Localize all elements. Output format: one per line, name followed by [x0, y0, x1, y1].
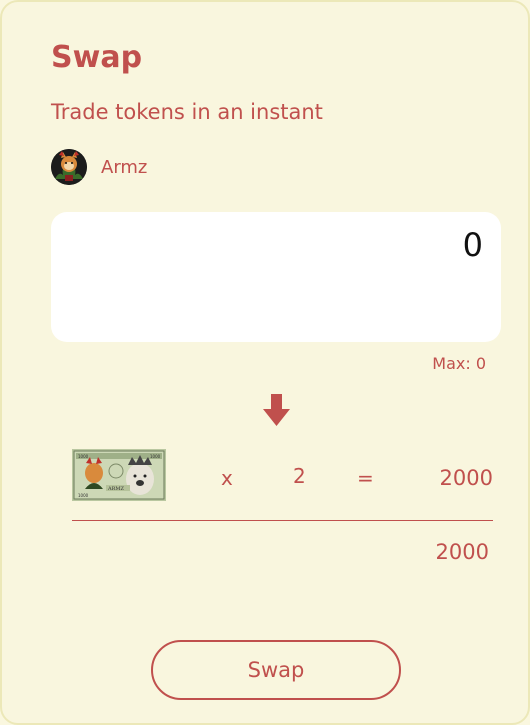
svg-text:1000: 1000 — [78, 454, 89, 459]
max-label[interactable]: Max: 0 — [432, 354, 486, 373]
amount-input[interactable] — [83, 226, 483, 264]
page-subtitle: Trade tokens in an instant — [51, 100, 323, 124]
equals-sign: = — [357, 466, 374, 490]
armz-avatar-icon — [51, 149, 87, 185]
avatar — [51, 149, 87, 185]
result-value: 2000 — [439, 466, 493, 490]
svg-text:1000: 1000 — [78, 493, 89, 498]
conversion-row: 1000 1000 ARMZ 1000 x 2 = 2000 — [72, 449, 493, 501]
account-name: Armz — [101, 156, 148, 178]
armz-banknote-image: 1000 1000 ARMZ 1000 — [72, 449, 166, 501]
swap-card: Swap Trade tokens in an instant Armz Max… — [0, 0, 530, 725]
amount-input-container[interactable] — [51, 212, 501, 342]
multiply-sign: x — [221, 466, 233, 490]
page-title: Swap — [51, 40, 143, 75]
svg-text:1000: 1000 — [150, 454, 161, 459]
account-selector[interactable]: Armz — [51, 149, 147, 185]
total-value: 2000 — [435, 540, 489, 564]
divider — [72, 520, 493, 521]
swap-button[interactable]: Swap — [151, 640, 401, 700]
multiplier-value: 2 — [293, 464, 306, 488]
svg-text:ARMZ: ARMZ — [107, 486, 124, 492]
arrow-down-icon — [263, 394, 290, 426]
